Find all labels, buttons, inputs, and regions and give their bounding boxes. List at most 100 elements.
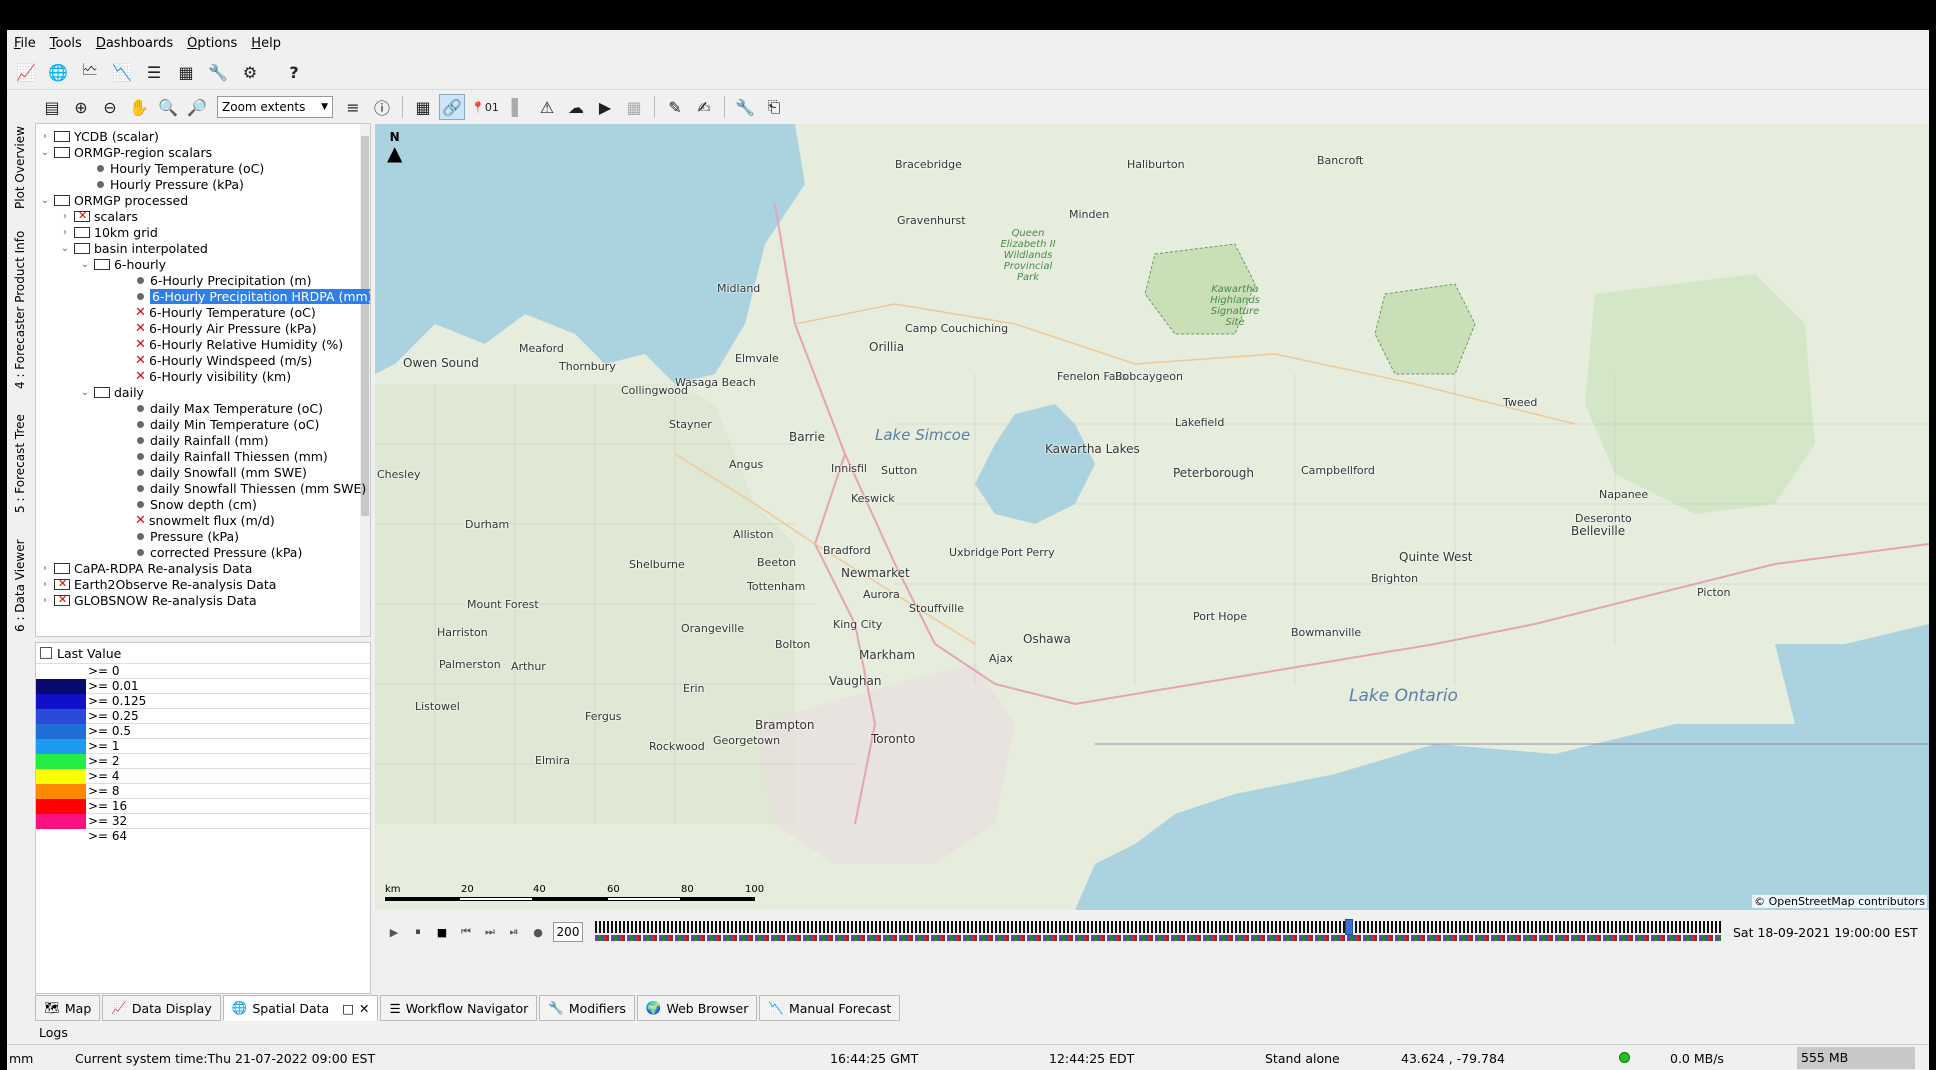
grid-icon[interactable]: ▦ <box>410 94 436 120</box>
chevron-right-icon[interactable]: › <box>40 563 50 574</box>
link-icon[interactable]: 🔗 <box>439 94 465 120</box>
tab-map[interactable]: 🗺 Map <box>35 995 101 1021</box>
menu-help[interactable]: Help <box>251 36 281 51</box>
config-icon[interactable]: ⚙ <box>237 60 263 86</box>
chevron-right-icon[interactable]: › <box>60 227 70 238</box>
record-icon[interactable]: ● <box>529 926 547 939</box>
time-slider-knob[interactable] <box>1345 919 1353 935</box>
memory-indicator[interactable]: 555 MB <box>1797 1047 1915 1069</box>
play-icon[interactable]: ▶ <box>385 926 403 939</box>
panel-toggle-icon[interactable]: ▤ <box>39 94 65 120</box>
tiles-icon[interactable]: ▦ <box>621 94 647 120</box>
weather-icon[interactable]: ☁ <box>563 94 589 120</box>
layers-icon[interactable]: ≡ <box>340 94 366 120</box>
globe-icon[interactable]: 🌐 <box>45 60 71 86</box>
menu-dashboards[interactable]: Dashboards <box>96 36 173 51</box>
pause-icon[interactable]: ⏸ <box>409 925 427 939</box>
tree-item[interactable]: › CaPA-RDPA Re-analysis Data <box>40 560 252 576</box>
zoom-in-icon[interactable]: ⊕ <box>68 94 94 120</box>
list-icon[interactable]: ☰ <box>141 60 167 86</box>
bar-icon[interactable]: ▌ <box>505 94 531 120</box>
close-icon[interactable]: ✕ <box>359 1001 369 1016</box>
chevron-down-icon[interactable]: ⌄ <box>80 387 90 398</box>
info-icon[interactable]: ⓘ <box>369 94 395 120</box>
edit-icon[interactable]: ✍ <box>691 94 717 120</box>
tree-item[interactable]: daily Rainfall (mm) <box>120 432 268 448</box>
tree-item[interactable]: daily Min Temperature (oC) <box>120 416 319 432</box>
tab-manual-forecast[interactable]: 📉 Manual Forecast <box>759 995 901 1021</box>
skip-back-icon[interactable]: ⏮ <box>457 925 475 939</box>
tree-item[interactable]: ⌄ basin interpolated <box>60 240 208 256</box>
tree-item[interactable]: Hourly Pressure (kPa) <box>80 176 244 192</box>
tree-item[interactable]: Pressure (kPa) <box>120 528 239 544</box>
menu-options[interactable]: Options <box>187 36 237 51</box>
zoom-fit-icon[interactable]: 🔎 <box>184 94 210 120</box>
help-button[interactable]: ? <box>281 60 307 86</box>
menu-file[interactable]: File <box>14 36 36 51</box>
movie-icon[interactable]: ▶ <box>592 94 618 120</box>
warning-icon[interactable]: ⚠ <box>534 94 560 120</box>
tree-scrollbar-thumb[interactable] <box>361 136 369 516</box>
pan-hand-icon[interactable]: ✋ <box>126 94 152 120</box>
zoom-out-icon[interactable]: ⊖ <box>97 94 123 120</box>
speed-spinner[interactable]: 200 <box>553 922 583 942</box>
vtab-forecast-tree[interactable]: 5 : Forecast Tree <box>10 406 30 522</box>
tab-data-display[interactable]: 📈 Data Display <box>102 995 221 1021</box>
tree-item[interactable]: daily Rainfall Thiessen (mm) <box>120 448 328 464</box>
wrench-icon[interactable]: 🔧 <box>205 60 231 86</box>
tree-item[interactable]: ✕ 6-Hourly Temperature (oC) <box>120 304 316 320</box>
chevron-right-icon[interactable]: › <box>60 211 70 222</box>
chevron-down-icon[interactable]: ⌄ <box>40 147 50 158</box>
tree-item[interactable]: › YCDB (scalar) <box>40 128 159 144</box>
export-icon[interactable]: ⎗ <box>761 94 787 120</box>
last-value-checkbox[interactable] <box>40 647 52 659</box>
graph-icon[interactable]: 🗠 <box>77 60 103 86</box>
tree-item[interactable]: › GLOBSNOW Re-analysis Data <box>40 592 257 608</box>
tool-icon[interactable]: 🔧 <box>732 94 758 120</box>
chevron-down-icon[interactable]: ⌄ <box>80 259 90 270</box>
tab-modifiers[interactable]: 🔧 Modifiers <box>539 995 635 1021</box>
tree-scrollbar[interactable] <box>360 124 370 636</box>
tree-item[interactable]: ✕ 6-Hourly Air Pressure (kPa) <box>120 320 317 336</box>
tree-item[interactable]: ✕ snowmelt flux (m/d) <box>120 512 275 528</box>
map-view[interactable]: N ▲ Bracebridge Haliburton Bancroft Gravenh… <box>375 124 1929 910</box>
table-icon[interactable]: ▦ <box>173 60 199 86</box>
vtab-plot-overview[interactable]: Plot Overview <box>10 120 30 216</box>
tree-item[interactable]: 6-Hourly Precipitation (m) <box>120 272 311 288</box>
graph-alt-icon[interactable]: 📉 <box>109 60 135 86</box>
tree-item[interactable]: ⌄ 6-hourly <box>80 256 166 272</box>
skip-forward-icon[interactable]: ⏭ <box>481 925 499 939</box>
chevron-right-icon[interactable]: › <box>40 579 50 590</box>
tree-item[interactable]: ⌄ ORMGP processed <box>40 192 188 208</box>
tree-item[interactable]: ✕ 6-Hourly visibility (km) <box>120 368 291 384</box>
chevron-right-icon[interactable]: › <box>40 131 50 142</box>
tree-item[interactable]: corrected Pressure (kPa) <box>120 544 302 560</box>
stop-icon[interactable]: ■ <box>433 926 451 939</box>
zoom-extents-select[interactable]: Zoom extents ▼ <box>217 96 333 118</box>
tree-item[interactable]: ✕ 6-Hourly Windspeed (m/s) <box>120 352 312 368</box>
tree-item[interactable]: daily Snowfall (mm SWE) <box>120 464 307 480</box>
tree-item[interactable]: daily Max Temperature (oC) <box>120 400 323 416</box>
chart-icon[interactable]: 📈 <box>13 60 39 86</box>
tree-item[interactable]: ⌄ daily <box>80 384 144 400</box>
tree-item[interactable]: Snow depth (cm) <box>120 496 257 512</box>
logs-tab[interactable]: Logs <box>39 1022 68 1044</box>
vtab-data-viewer[interactable]: 6 : Data Viewer <box>10 534 30 638</box>
tab-web-browser[interactable]: 🌍 Web Browser <box>636 995 758 1021</box>
maximize-icon[interactable]: □ <box>342 1001 354 1016</box>
chevron-down-icon[interactable]: ⌄ <box>40 195 50 206</box>
vtab-forecaster-product-info[interactable]: 4 : Forecaster Product Info <box>10 230 30 390</box>
tab-workflow-navigator[interactable]: ☰ Workflow Navigator <box>380 995 538 1021</box>
tree-item[interactable]: › 10km grid <box>60 224 158 240</box>
tree-item[interactable]: 6-Hourly Precipitation HRDPA (mm) <box>120 288 370 304</box>
chevron-right-icon[interactable]: › <box>40 595 50 606</box>
time-slider[interactable] <box>595 919 1721 945</box>
tree-item[interactable]: ⌄ ORMGP-region scalars <box>40 144 212 160</box>
tree-item[interactable]: › scalars <box>60 208 138 224</box>
tree-item[interactable]: › Earth2Observe Re-analysis Data <box>40 576 276 592</box>
step-forward-icon[interactable]: ⏯ <box>505 925 523 939</box>
pen-icon[interactable]: ✎ <box>662 94 688 120</box>
tab-spatial-data[interactable]: 🌐 Spatial Data □ ✕ <box>222 995 379 1021</box>
tree-item[interactable]: daily Snowfall Thiessen (mm SWE) <box>120 480 366 496</box>
marker-label-button[interactable]: 📍 01 <box>468 94 502 120</box>
